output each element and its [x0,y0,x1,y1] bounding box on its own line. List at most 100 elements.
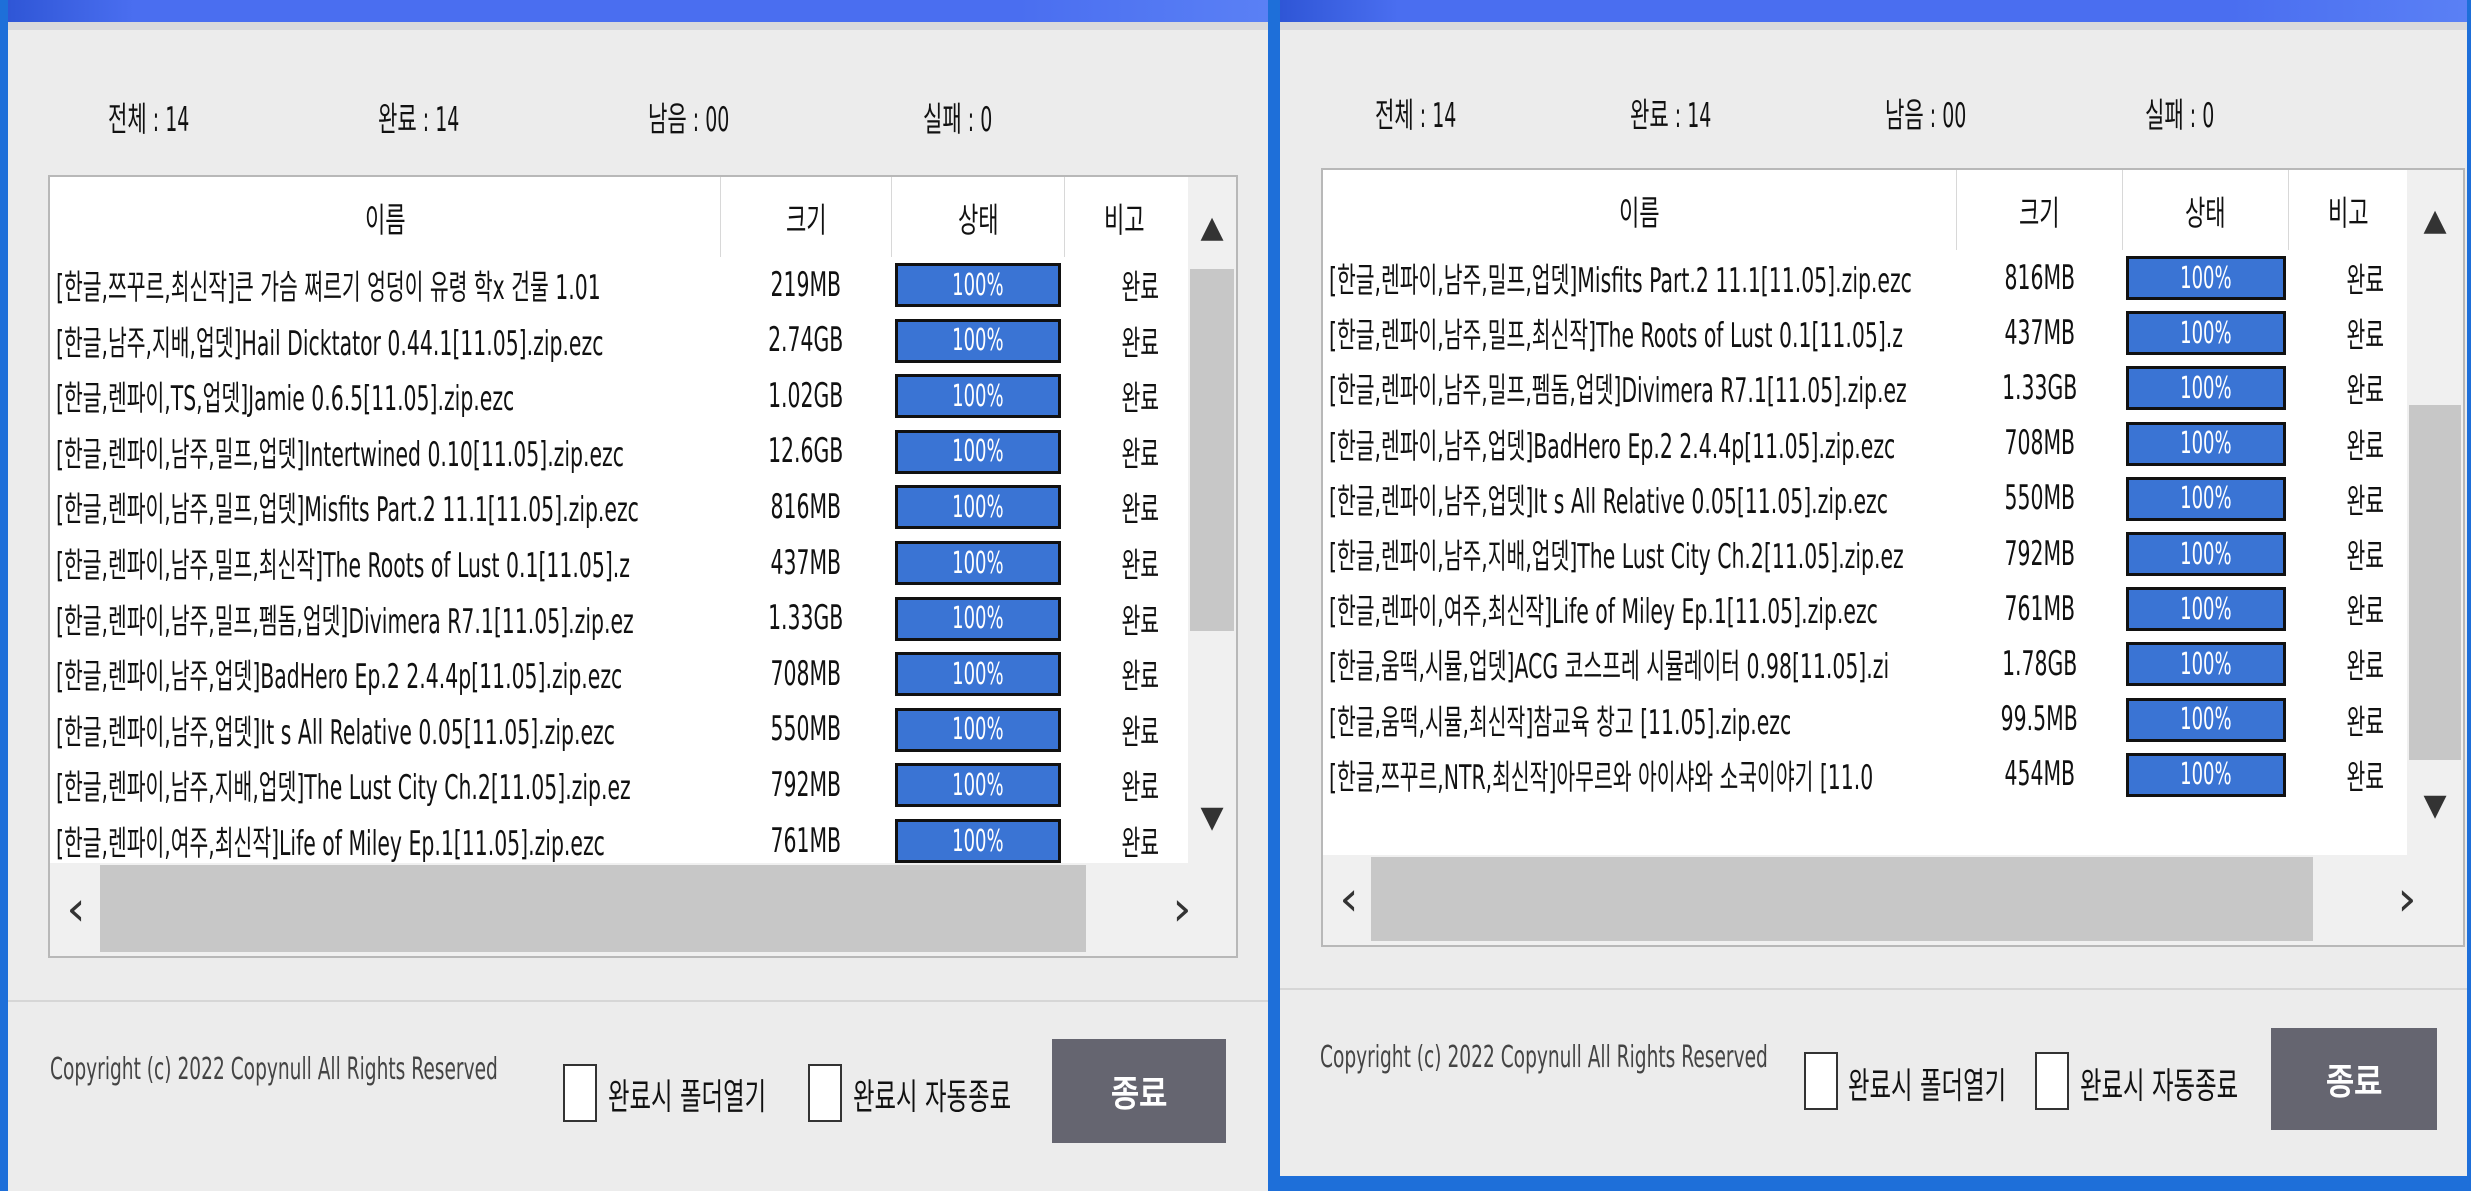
table-row[interactable]: [한글,렌파이,남주,지배,업뎃]The Lust City Ch.2[11.0… [1323,526,2407,581]
scroll-down-icon[interactable]: ▼ [1188,787,1236,847]
file-name: [한글,쯔꾸르,NTR,최신작]아무르와 아이샤와 소국이야기 [11.0 [1329,757,1874,798]
close-button[interactable]: 종료 [1052,1039,1226,1143]
col-header-note[interactable]: 비고 [2289,170,2407,250]
col-header-size[interactable]: 크기 [721,177,891,257]
file-name: [한글,렌파이,남주,밀프,펨돔,업뎃]Divimera R7.1[11.05]… [1329,371,1907,412]
file-name: [한글,렌파이,남주,업뎃]It s All Relative 0.05[11.… [56,712,615,753]
right-vscroll[interactable]: ▲ ▼ [2407,170,2463,855]
right-file-list[interactable]: 이름 크기 상태 비고 [한글,렌파이,남주,밀프,업뎃]Misfits Par… [1321,168,2465,947]
left-file-list[interactable]: 이름 크기 상태 비고 [한글,쯔꾸르,최신작]큰 가슴 쩌르기 엉덩이 유령 … [48,175,1238,958]
file-size: 761MB [770,820,842,861]
right-hscroll-thumb[interactable] [1371,857,2313,941]
file-note: 완료 [1121,434,1159,475]
file-note: 완료 [1121,657,1159,698]
auto-close-label[interactable]: 완료시 자동종료 [853,1068,1011,1120]
file-note: 완료 [1121,323,1159,364]
table-row[interactable]: [한글,렌파이,여주,최신작]Life of Miley Ep.1[11.05]… [50,813,1188,868]
table-row[interactable]: [한글,쯔꾸르,NTR,최신작]아무르와 아이샤와 소국이야기 [11.0 454… [1323,747,2407,802]
progress-bar: 100% [2126,697,2286,742]
table-row[interactable]: [한글,렌파이,남주,밀프,펨돔,업뎃]Divimera R7.1[11.05]… [50,591,1188,646]
progress-bar: 100% [895,596,1061,641]
file-name: [한글,렌파이,남주,밀프,최신작]The Roots of Lust 0.1[… [56,546,630,586]
table-row[interactable]: [한글,렌파이,남주,밀프,최신작]The Roots of Lust 0.1[… [1323,305,2407,360]
file-note: 완료 [2346,426,2384,467]
stat-failed: 실패 : 0 [2145,96,2215,136]
table-row[interactable]: [한글,렌파이,여주,최신작]Life of Miley Ep.1[11.05]… [1323,581,2407,636]
table-row[interactable]: [한글,렌파이,남주,업뎃]BadHero Ep.2 2.4.4p[11.05]… [1323,416,2407,471]
file-size: 816MB [770,486,842,527]
table-row[interactable]: [한글,렌파이,남주,밀프,업뎃]Intertwined 0.10[11.05]… [50,424,1188,479]
file-note: 완료 [1121,379,1159,420]
stat-failed: 실패 : 0 [923,100,993,140]
file-note: 완료 [2346,757,2384,798]
copyright-text: Copyright (c) 2022 Copynull All Rights R… [1320,1040,1768,1075]
file-note: 완료 [1121,546,1159,586]
table-row[interactable]: [한글,렌파이,TS,업뎃]Jamie 0.6.5[11.05].zip.ezc… [50,368,1188,423]
file-size: 761MB [2004,588,2075,629]
col-header-size[interactable]: 크기 [1957,170,2122,250]
col-header-status[interactable]: 상태 [892,177,1064,257]
scroll-left-icon[interactable]: ‹ [54,877,98,941]
left-hscroll-thumb[interactable] [100,865,1086,952]
left-titlebar[interactable] [8,0,1268,22]
scroll-up-icon[interactable]: ▲ [1188,197,1236,257]
file-note: 완료 [2346,647,2384,688]
right-titlebar[interactable] [1280,0,2467,22]
auto-close-checkbox[interactable] [808,1064,842,1122]
file-name: [한글,움떡,시뮬,업뎃]ACG 코스프레 시뮬레이터 0.98[11.05].… [1329,647,1890,688]
file-size: 816MB [2004,257,2075,298]
file-name: [한글,렌파이,남주,지배,업뎃]The Lust City Ch.2[11.0… [1329,537,1904,577]
scroll-left-icon[interactable]: ‹ [1327,867,1371,931]
table-row[interactable]: [한글,렌파이,남주,밀프,최신작]The Roots of Lust 0.1[… [50,535,1188,590]
auto-close-label[interactable]: 완료시 자동종료 [2080,1057,2238,1109]
file-name: [한글,남주,지배,업뎃]Hail Dicktator 0.44.1[11.05… [56,323,604,364]
open-folder-checkbox[interactable] [1804,1052,1838,1110]
file-note: 완료 [1121,712,1159,753]
scroll-down-icon[interactable]: ▼ [2407,775,2463,835]
right-hscroll[interactable]: ‹ › [1323,855,2463,945]
scroll-up-icon[interactable]: ▲ [2407,190,2463,250]
table-row[interactable]: [한글,움떡,시뮬,최신작]참교육 창고 [11.05].zip.ezc 99.5… [1323,692,2407,747]
open-folder-label[interactable]: 완료시 폴더열기 [1848,1057,2006,1109]
file-name: [한글,렌파이,남주,업뎃]BadHero Ep.2 2.4.4p[11.05]… [56,657,623,698]
left-vscroll[interactable]: ▲ ▼ [1188,177,1236,863]
col-header-note[interactable]: 비고 [1065,177,1183,257]
progress-bar: 100% [2126,256,2286,300]
file-name: [한글,렌파이,TS,업뎃]Jamie 0.6.5[11.05].zip.ezc [56,379,515,420]
progress-bar: 100% [2126,476,2286,521]
left-hscroll[interactable]: ‹ › [50,863,1236,956]
table-row[interactable]: [한글,움떡,시뮬,업뎃]ACG 코스프레 시뮬레이터 0.98[11.05].… [1323,636,2407,691]
file-size: 792MB [2004,533,2075,574]
file-name: [한글,렌파이,여주,최신작]Life of Miley Ep.1[11.05]… [1329,592,1878,633]
table-row[interactable]: [한글,쯔꾸르,최신작]큰 가슴 쩌르기 엉덩이 유령 학x 건물 1.01 21… [50,257,1188,312]
table-row[interactable]: [한글,남주,지배,업뎃]Hail Dicktator 0.44.1[11.05… [50,313,1188,368]
open-folder-checkbox[interactable] [563,1064,597,1122]
table-row[interactable]: [한글,렌파이,남주,업뎃]It s All Relative 0.05[11.… [50,702,1188,757]
col-header-name[interactable]: 이름 [1323,170,1956,250]
left-window: 전체 : 14 완료 : 14 남음 : 00 실패 : 0 이름 크기 상태 … [0,0,1272,1191]
col-header-status[interactable]: 상태 [2123,170,2288,250]
table-row[interactable]: [한글,렌파이,남주,업뎃]BadHero Ep.2 2.4.4p[11.05]… [50,646,1188,701]
col-header-name[interactable]: 이름 [50,177,720,257]
file-size: 1.33GB [2001,367,2078,408]
stat-remaining: 남음 : 00 [1885,96,1967,136]
open-folder-label[interactable]: 완료시 폴더열기 [608,1068,766,1120]
file-size: 1.78GB [2001,643,2078,684]
scroll-right-icon[interactable]: › [2385,867,2429,931]
file-size: 708MB [770,653,842,694]
table-row[interactable]: [한글,렌파이,남주,밀프,펨돔,업뎃]Divimera R7.1[11.05]… [1323,360,2407,415]
table-row[interactable]: [한글,렌파이,남주,지배,업뎃]The Lust City Ch.2[11.0… [50,757,1188,812]
file-size: 219MB [770,264,842,305]
table-row[interactable]: [한글,렌파이,남주,밀프,업뎃]Misfits Part.2 11.1[11.… [1323,250,2407,305]
progress-bar: 100% [895,374,1061,419]
table-row[interactable]: [한글,렌파이,남주,밀프,업뎃]Misfits Part.2 11.1[11.… [50,479,1188,534]
close-button[interactable]: 종료 [2271,1028,2437,1130]
file-size: 550MB [770,709,842,750]
stat-done: 완료 : 14 [1630,96,1712,136]
table-row[interactable]: [한글,렌파이,남주,업뎃]It s All Relative 0.05[11.… [1323,471,2407,526]
left-vscroll-thumb[interactable] [1190,269,1234,631]
scroll-right-icon[interactable]: › [1160,877,1204,941]
auto-close-checkbox[interactable] [2035,1052,2069,1110]
file-name: [한글,움떡,시뮬,최신작]참교육 창고 [11.05].zip.ezc [1329,702,1792,743]
right-vscroll-thumb[interactable] [2409,405,2461,760]
